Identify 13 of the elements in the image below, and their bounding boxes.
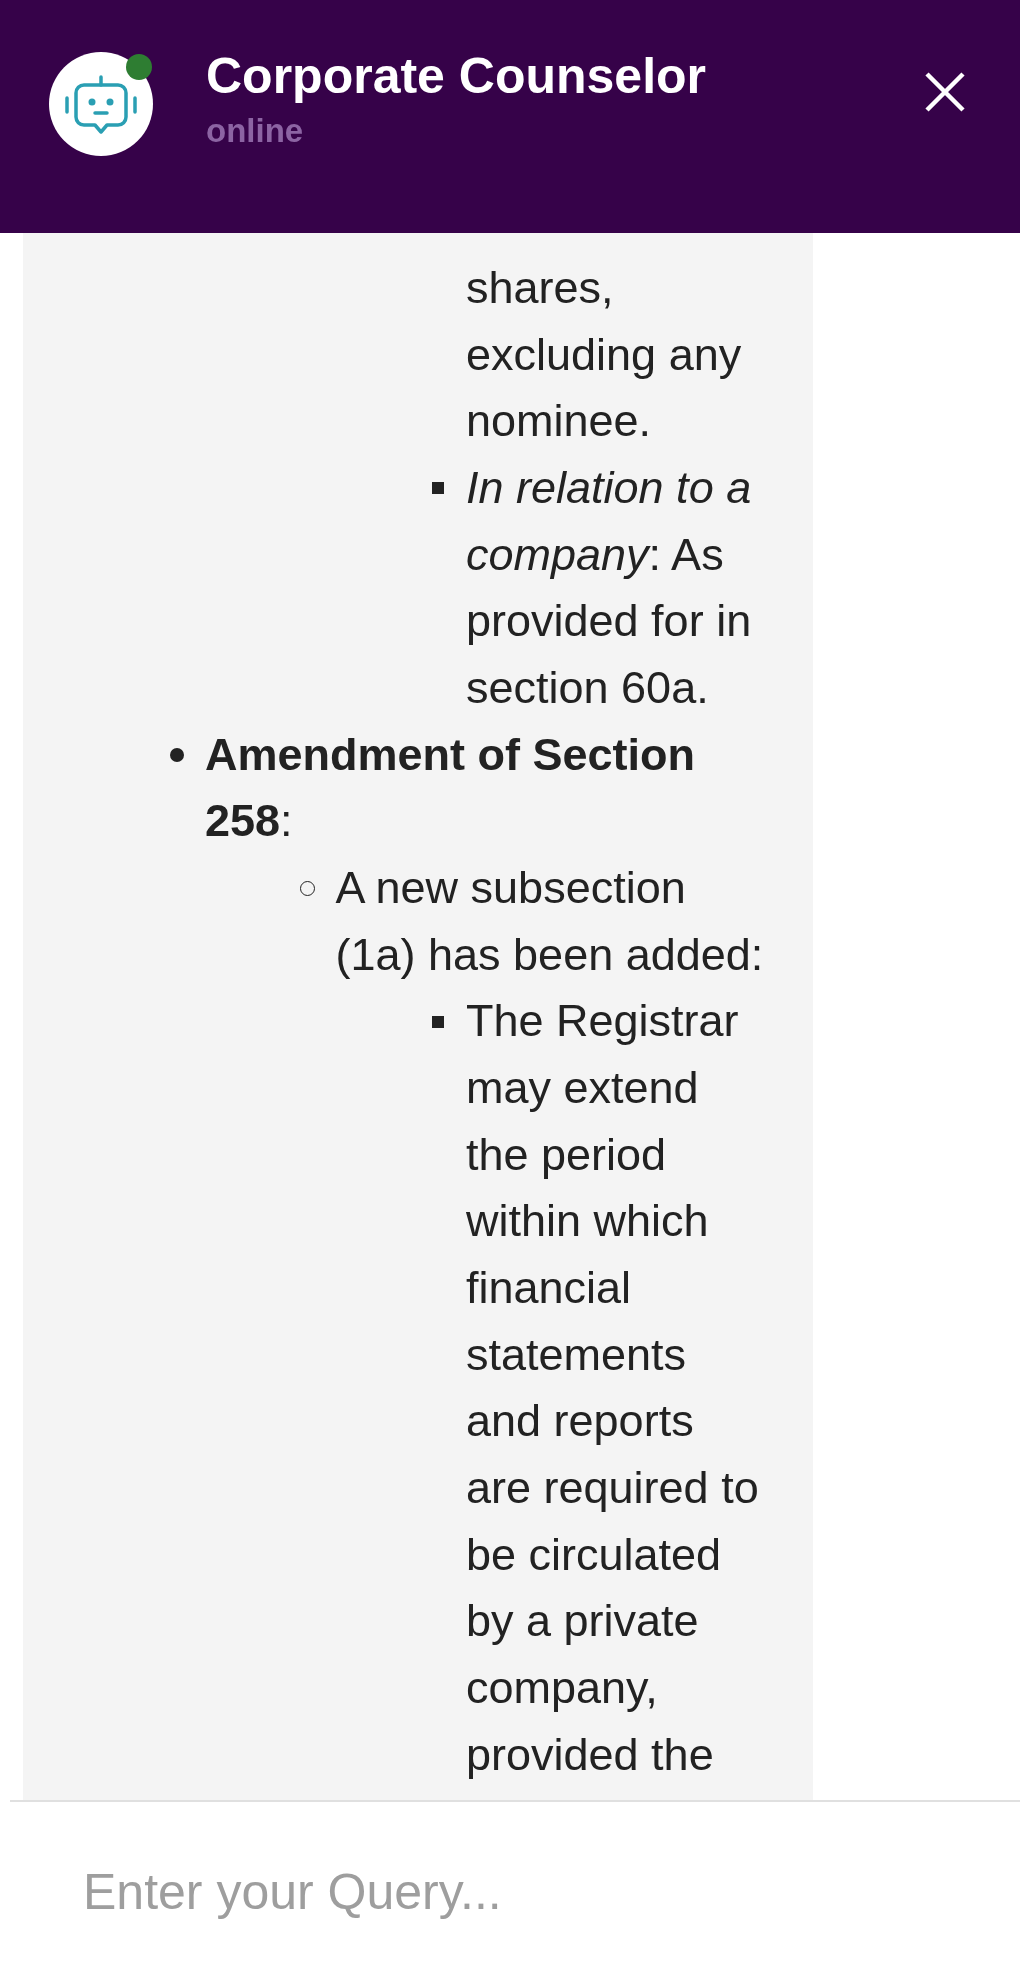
query-input[interactable]: Enter your Query... (80, 1851, 960, 1932)
chat-title: Corporate Counselor (206, 47, 707, 105)
robot-avatar-icon (49, 52, 153, 156)
list-item-text: The Registrar may extend the period within which financial statements and reports are required to be circulated by a private company, provided the (466, 994, 760, 1782)
disc-bullet-icon (170, 748, 184, 763)
close-icon (924, 71, 966, 113)
status-text: online (206, 111, 305, 151)
list-item-text: A new subsection (1a) has been added: (335, 861, 765, 982)
list-item-text: Amendment of Section 258: (205, 727, 697, 849)
list-item-text: shares, excluding any nominee. (466, 261, 743, 449)
list-item-text: In relation to a company: As provided for in section 60a. (466, 461, 753, 716)
square-bullet-icon (432, 1015, 444, 1028)
square-bullet-icon (432, 482, 444, 495)
